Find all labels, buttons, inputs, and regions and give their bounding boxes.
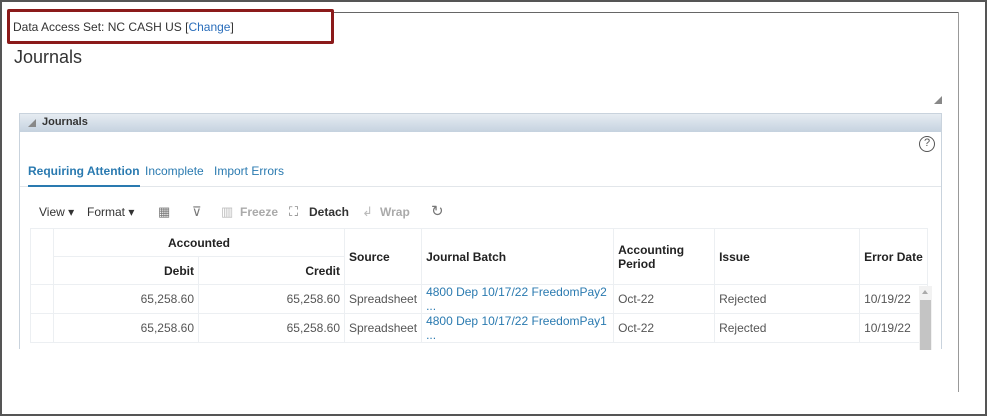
journal-batch-link[interactable]: 4800 Dep 10/17/22 FreedomPay1 ... — [421, 313, 615, 343]
column-header-source[interactable]: Source — [343, 228, 423, 285]
refresh-icon[interactable]: ↻ — [431, 202, 444, 220]
credit-cell: 65,258.60 — [198, 284, 345, 314]
panel-header[interactable]: Journals — [20, 114, 941, 132]
panel-title: Journals — [42, 116, 88, 128]
debit-cell: 65,258.60 — [53, 313, 199, 343]
wrap-icon[interactable]: ↲ — [362, 204, 373, 220]
column-header-accounted: Accounted — [53, 228, 345, 257]
issue-cell: Rejected — [714, 313, 861, 343]
error-date-cell: 10/19/22 — [859, 284, 928, 314]
table-row[interactable]: 65,258.60 65,258.60 Spreadsheet 4800 Dep… — [30, 313, 928, 343]
error-date-cell: 10/19/22 — [859, 313, 928, 343]
resize-handle-icon[interactable] — [934, 96, 942, 104]
bracket: ] — [230, 20, 234, 34]
issue-cell: Rejected — [714, 284, 861, 314]
tab-bar: Requiring Attention Incomplete Import Er… — [20, 162, 941, 187]
scroll-up-icon[interactable] — [922, 290, 928, 294]
data-access-set: Data Access Set: NC CASH US [Change] — [13, 20, 234, 34]
column-header-debit[interactable]: Debit — [53, 256, 199, 285]
column-header-issue[interactable]: Issue — [714, 228, 861, 285]
tab-import-errors[interactable]: Import Errors — [214, 164, 284, 178]
freeze-icon[interactable]: ▥ — [221, 204, 233, 220]
table-header-row: Accounted Source Journal Batch Accountin… — [30, 228, 928, 285]
row-header-cell — [30, 228, 54, 285]
table-row[interactable]: 65,258.60 65,258.60 Spreadsheet 4800 Dep… — [30, 284, 928, 314]
page-title: Journals — [14, 47, 83, 67]
divider — [333, 12, 959, 13]
collapse-icon[interactable] — [28, 119, 36, 127]
query-by-example-icon[interactable]: ⊽ — [192, 204, 202, 220]
freeze-button[interactable]: Freeze — [240, 205, 278, 219]
journals-panel: Journals ? Requiring Attention Incomplet… — [19, 113, 942, 350]
column-header-error-date[interactable]: Error Date — [859, 228, 928, 285]
detach-icon[interactable]: ⛶ — [289, 204, 298, 220]
row-header-cell[interactable] — [30, 284, 54, 314]
divider — [958, 12, 959, 392]
view-menu[interactable]: View ▾ — [39, 205, 74, 219]
period-cell: Oct-22 — [613, 284, 716, 314]
column-header-credit[interactable]: Credit — [198, 256, 345, 285]
das-label: Data Access Set: — [13, 20, 105, 34]
period-cell: Oct-22 — [613, 313, 716, 343]
format-menu[interactable]: Format ▾ — [87, 205, 134, 219]
journal-batch-link[interactable]: 4800 Dep 10/17/22 FreedomPay2 ... — [421, 284, 615, 314]
columns-icon[interactable]: ▦ — [158, 204, 170, 220]
vertical-scrollbar[interactable] — [919, 286, 932, 350]
source-cell: Spreadsheet — [343, 313, 423, 343]
scrollbar-thumb[interactable] — [920, 300, 931, 350]
detach-button[interactable]: Detach — [309, 205, 349, 219]
das-value: NC CASH US — [107, 20, 182, 34]
credit-cell: 65,258.60 — [198, 313, 345, 343]
change-link[interactable]: Change — [188, 20, 230, 34]
column-header-accounting-period[interactable]: Accounting Period — [613, 228, 716, 285]
tab-requiring-attention[interactable]: Requiring Attention — [28, 164, 140, 187]
tab-incomplete[interactable]: Incomplete — [145, 164, 204, 178]
help-icon[interactable]: ? — [919, 136, 935, 152]
journals-table: Accounted Source Journal Batch Accountin… — [30, 228, 928, 343]
source-cell: Spreadsheet — [343, 284, 423, 314]
row-header-cell[interactable] — [30, 313, 54, 343]
wrap-button[interactable]: Wrap — [380, 205, 410, 219]
column-header-journal-batch[interactable]: Journal Batch — [421, 228, 615, 285]
debit-cell: 65,258.60 — [53, 284, 199, 314]
